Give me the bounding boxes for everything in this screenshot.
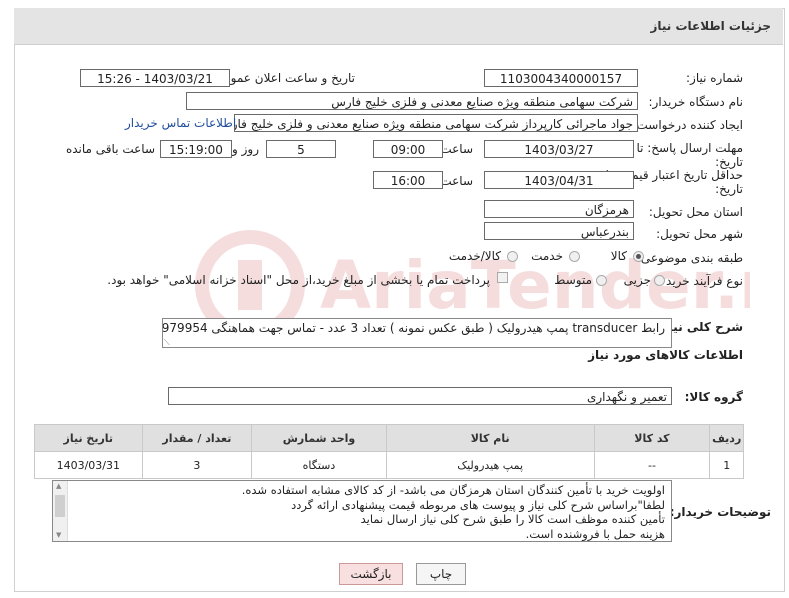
col-header-unit: واحد شمارش [251, 424, 387, 452]
goods-group-field: تعمیر و نگهداری [168, 387, 672, 405]
remaining-label: ساعت باقی مانده [65, 142, 155, 156]
col-header-item-code: کد کالا [593, 424, 711, 452]
note-line: هزینه حمل با فروشنده است. [525, 526, 665, 541]
cell-item-name: پمپ هیدرولیک [385, 451, 595, 479]
province-label: استان محل تحویل: [648, 205, 743, 219]
cell-need-date: 1403/03/31 [34, 451, 143, 479]
deadline-label-line2: تاریخ: [715, 155, 743, 169]
process-radio-medium[interactable] [596, 275, 607, 286]
description-field: رابط transducer پمپ هیدرولیک ( طبق عکس ن… [162, 318, 672, 348]
deadline-label-line1: مهلت ارسال پاسخ: تا [636, 141, 743, 155]
page-title: جزئیات اطلاعات نیاز [650, 19, 771, 33]
province-field: هرمزگان [484, 200, 634, 218]
treasury-checkbox[interactable] [497, 272, 508, 283]
announce-datetime-label: تاریخ و ساعت اعلان عمومی: [210, 71, 355, 85]
validity-date-field: 1403/04/31 [484, 171, 634, 189]
city-label: شهر محل تحویل: [656, 227, 743, 241]
scroll-thumb[interactable] [55, 495, 65, 517]
scroll-up-icon[interactable]: ▲ [56, 482, 61, 490]
buyer-contact-link[interactable]: اطلاعات تماس خریدار [125, 116, 236, 130]
validity-label-line2: تاریخ: [715, 182, 743, 196]
category-option-service: خدمت [531, 249, 563, 263]
process-option-medium: متوسط [554, 273, 592, 287]
note-line: اولویت خرید با تأمین کنندگان استان هرمزگ… [241, 483, 665, 497]
treasury-note: پرداخت تمام یا بخشی از مبلغ خرید،از محل … [107, 273, 490, 287]
scroll-down-icon[interactable]: ▼ [56, 531, 61, 539]
cell-row-number: 1 [709, 451, 744, 479]
buyer-label: نام دستگاه خریدار: [648, 95, 744, 109]
process-radio-minor[interactable] [654, 275, 665, 286]
notes-scrollbar[interactable]: ▲ ▼ [53, 481, 68, 541]
validity-time-field: 16:00 [373, 171, 443, 189]
deadline-time-label: ساعت [440, 142, 473, 156]
category-option-goods: کالا [610, 249, 627, 263]
note-line: لطفا"براساس شرح کلی نیاز و پیوست های مرب… [291, 497, 665, 512]
remaining-time-field: 15:19:00 [160, 140, 232, 158]
announce-datetime-field: 1403/03/21 - 15:26 [80, 69, 230, 87]
col-header-item-name: نام کالا [385, 424, 595, 452]
goods-table: ردیف کد کالا نام کالا واحد شمارش تعداد /… [34, 424, 744, 479]
need-number-field: 1103004340000157 [484, 69, 638, 87]
resize-handle-icon[interactable]: ⟋ [164, 338, 170, 348]
col-header-row-number: ردیف [709, 424, 744, 452]
category-radio-both[interactable] [507, 251, 518, 262]
category-label: طبقه بندی موضوعی: [636, 251, 743, 265]
process-label: نوع فرآیند خرید : [658, 274, 743, 288]
goods-group-label: گروه کالا: [684, 390, 743, 404]
note-line: تأمین کننده موظف است کالا را طبق شرح کلی… [360, 512, 665, 526]
buyer-field: شرکت سهامی منطقه ویژه صنایع معدنی و فلزی… [186, 92, 638, 110]
category-radio-service[interactable] [569, 251, 580, 262]
deadline-date-field: 1403/03/27 [484, 140, 634, 158]
process-option-minor: جزیی [623, 273, 651, 287]
validity-time-label: ساعت [440, 174, 473, 188]
deadline-time-field: 09:00 [373, 140, 443, 158]
col-header-need-date: تاریخ نیاز [34, 424, 143, 452]
need-number-label: شماره نیاز: [686, 71, 743, 85]
city-field: بندرعباس [484, 222, 634, 240]
panel-header: جزئیات اطلاعات نیاز [14, 8, 783, 45]
table-header-row: ردیف کد کالا نام کالا واحد شمارش تعداد /… [34, 424, 744, 452]
buyer-notes-label: توضیحات خریدار: [669, 505, 771, 519]
remaining-days-field: 5 [266, 140, 336, 158]
back-button[interactable]: بازگشت [339, 563, 403, 585]
col-header-quantity: تعداد / مقدار [141, 424, 253, 452]
requester-label: ایجاد کننده درخواست: [632, 118, 743, 132]
print-button[interactable]: چاپ [416, 563, 466, 585]
buyer-notes-field: اولویت خرید با تأمین کنندگان استان هرمزگ… [52, 480, 672, 542]
requester-field: جواد ماجرائی کارپرداز شرکت سهامی منطقه و… [234, 114, 638, 132]
goods-info-title: اطلاعات کالاهای مورد نیاز [588, 348, 743, 362]
category-option-both: کالا/خدمت [448, 249, 501, 263]
category-radio-goods[interactable] [633, 251, 644, 262]
cell-unit: دستگاه [251, 451, 387, 479]
table-row: 1 -- پمپ هیدرولیک دستگاه 3 1403/03/31 [34, 451, 744, 479]
days-label: روز و [232, 142, 259, 156]
cell-item-code: -- [593, 451, 711, 479]
cell-quantity: 3 [141, 451, 253, 479]
